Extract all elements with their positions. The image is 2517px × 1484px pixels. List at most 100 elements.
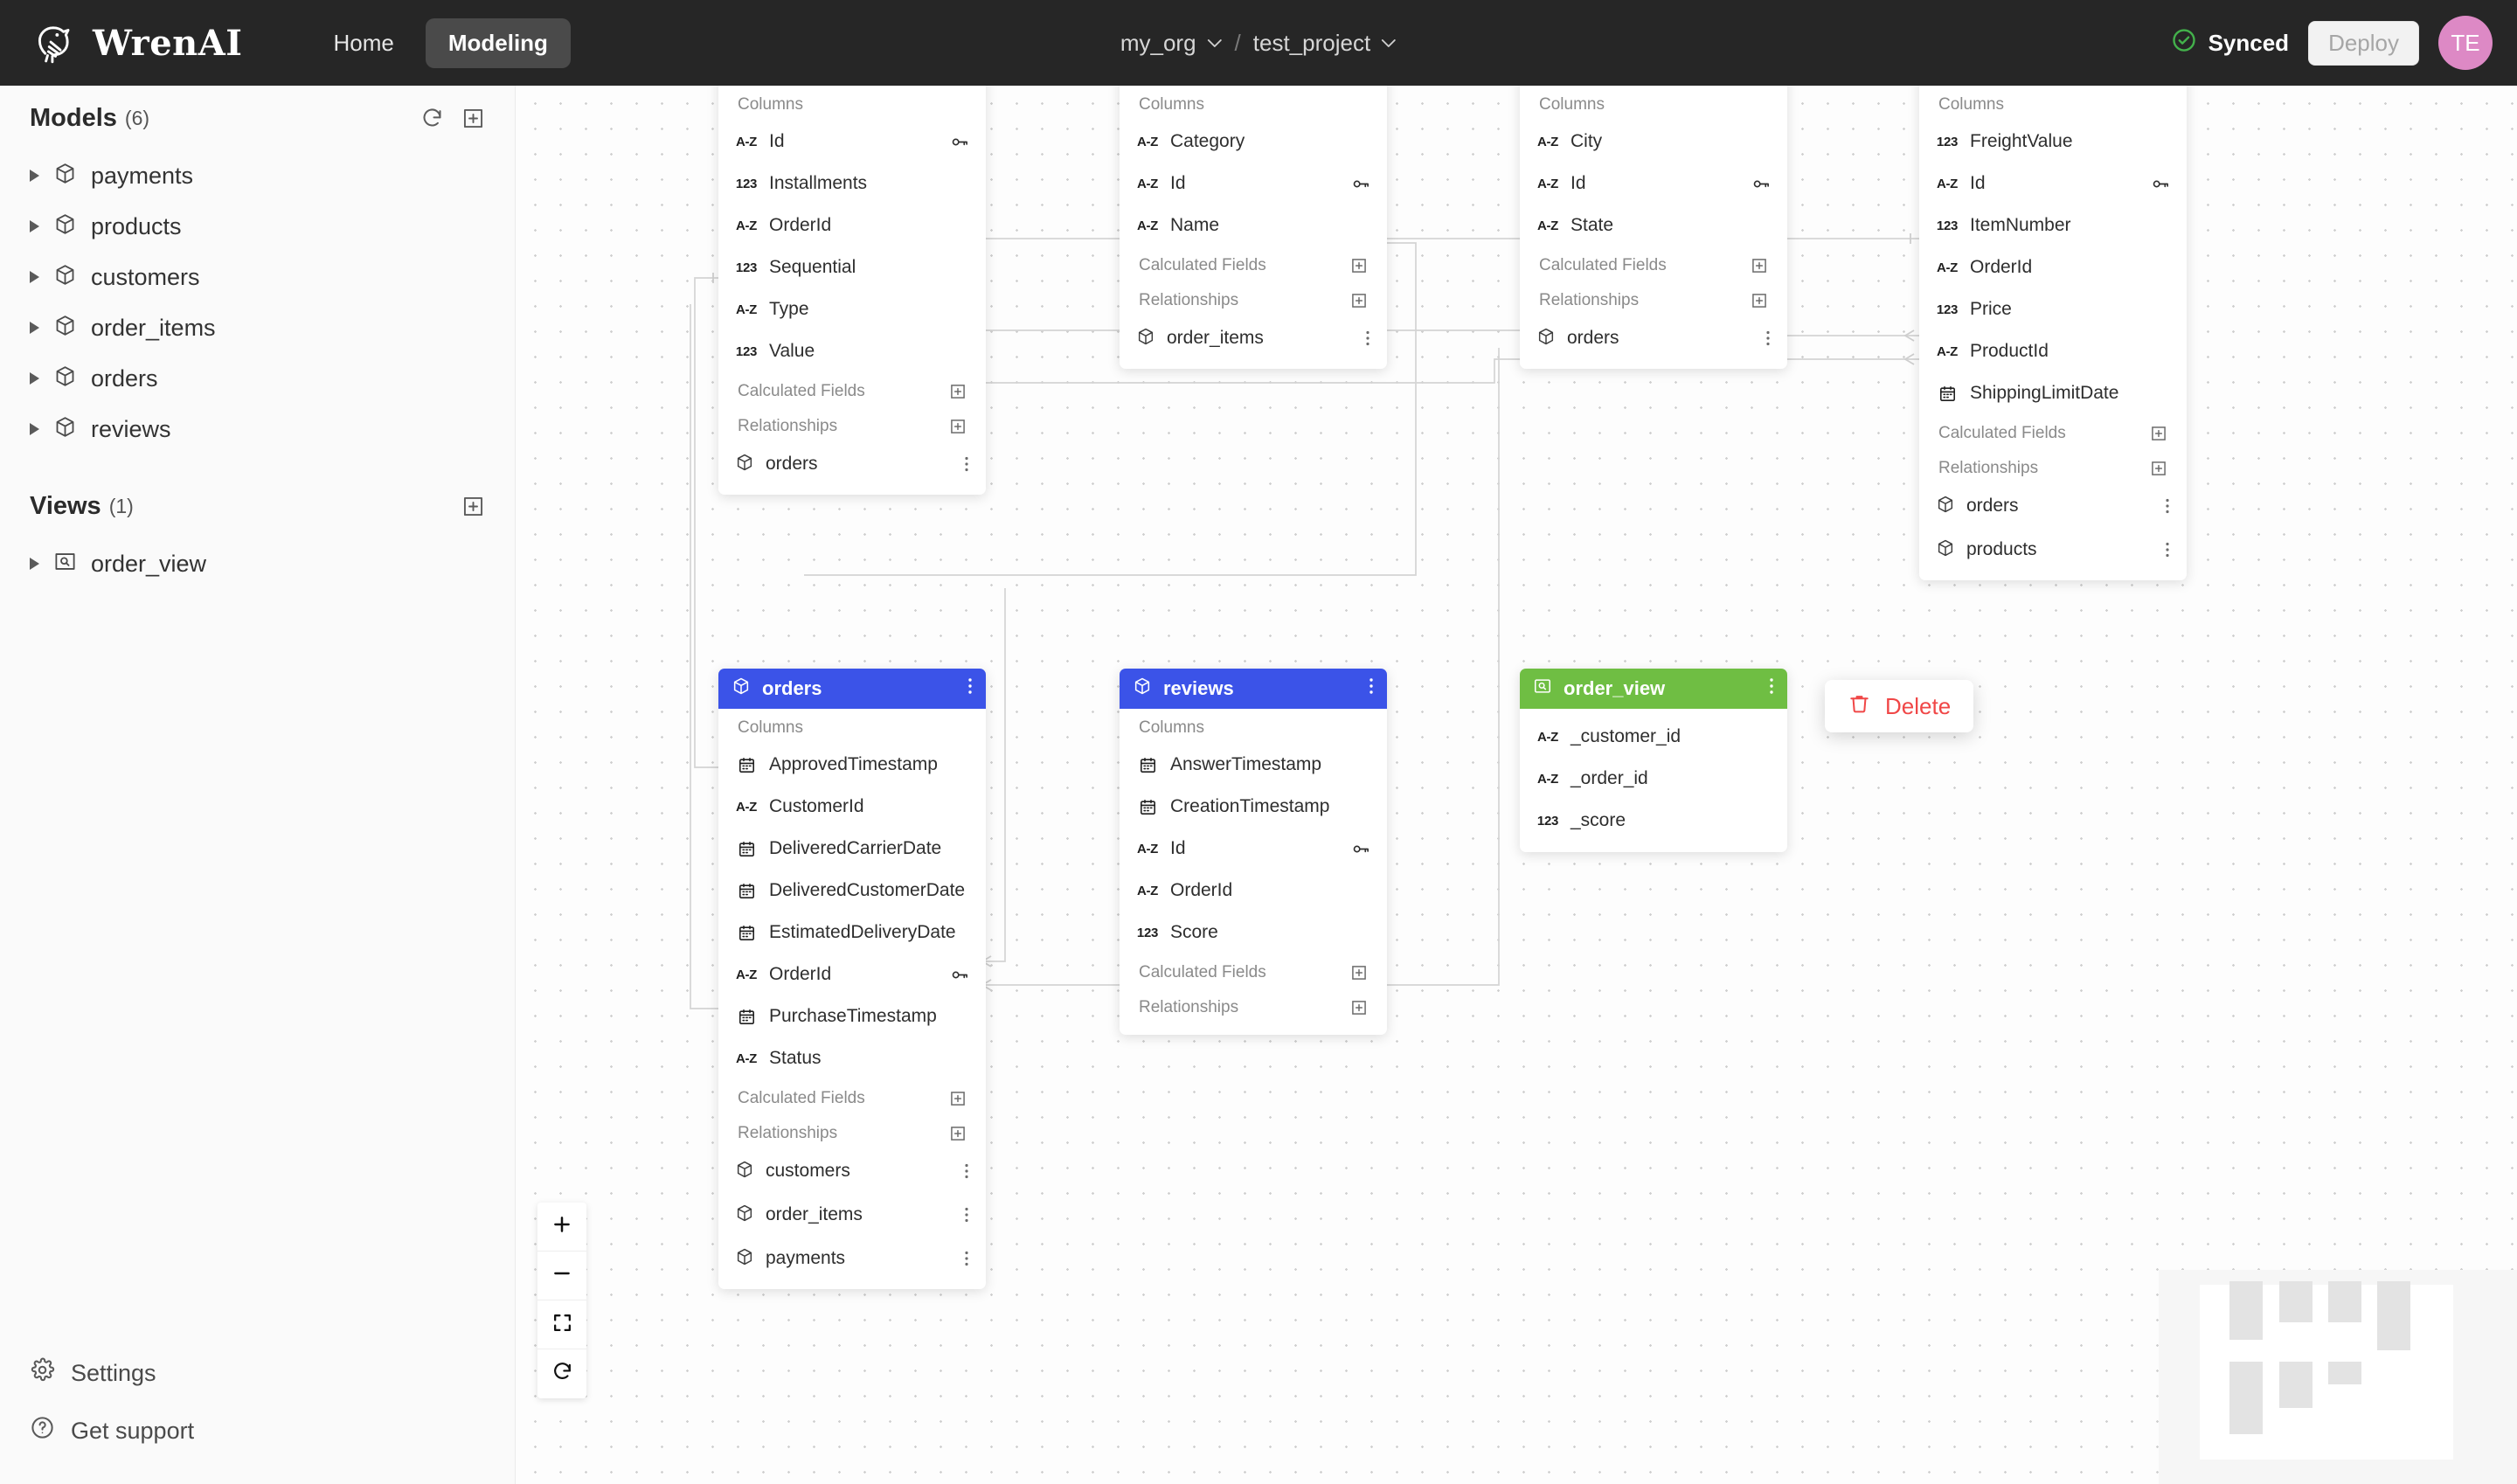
chevron-right-icon[interactable]	[30, 322, 39, 334]
add-model-icon[interactable]	[461, 107, 485, 130]
column-row[interactable]: A-Z State	[1520, 205, 1787, 246]
nav-link-home[interactable]: Home	[310, 18, 416, 68]
add-relationship-icon[interactable]	[2150, 460, 2167, 477]
column-row[interactable]: DeliveredCustomerDate	[718, 870, 986, 912]
column-row[interactable]: A-Z OrderId	[1919, 246, 2187, 288]
refresh-icon[interactable]	[420, 107, 444, 130]
node-products[interactable]: products Columns A-Z Category A-Z Id A-Z…	[1120, 86, 1387, 369]
node-payments[interactable]: payments Columns A-Z Id 123 Installments…	[718, 86, 986, 495]
fit-view-button[interactable]	[537, 1300, 586, 1349]
relationship-row[interactable]: orders	[1520, 316, 1787, 360]
relationship-menu-icon[interactable]	[1765, 329, 1771, 347]
node-menu-icon[interactable]	[967, 676, 973, 701]
add-relationship-icon[interactable]	[1751, 292, 1768, 309]
node-header-order-view[interactable]: order_view	[1520, 669, 1787, 709]
avatar[interactable]: TE	[2438, 16, 2493, 70]
add-relationship-icon[interactable]	[1350, 999, 1368, 1016]
column-row[interactable]: A-Z Id	[1120, 828, 1387, 870]
column-row[interactable]: A-Z OrderId	[718, 954, 986, 995]
column-row[interactable]: A-Z Category	[1120, 121, 1387, 163]
node-reviews[interactable]: reviews Columns AnswerTimestamp Creation…	[1120, 669, 1387, 1035]
column-row[interactable]: 123 Installments	[718, 163, 986, 205]
relationship-row[interactable]: payments	[718, 1237, 986, 1280]
context-menu[interactable]: Delete	[1825, 680, 1974, 732]
add-calculated-field-icon[interactable]	[2150, 425, 2167, 442]
node-customers[interactable]: customers Columns A-Z City A-Z Id A-Z St…	[1520, 86, 1787, 369]
node-menu-icon[interactable]	[1769, 676, 1774, 701]
node-order-view[interactable]: order_view A-Z _customer_id A-Z _order_i…	[1520, 669, 1787, 852]
column-row[interactable]: A-Z _customer_id	[1520, 716, 1787, 758]
relationship-row[interactable]: order_items	[718, 1193, 986, 1237]
relationship-menu-icon[interactable]	[964, 455, 969, 473]
relationship-menu-icon[interactable]	[964, 1162, 969, 1180]
add-view-icon[interactable]	[461, 495, 485, 518]
add-relationship-icon[interactable]	[949, 1125, 967, 1142]
column-row[interactable]: A-Z Id	[1919, 163, 2187, 205]
column-row[interactable]: A-Z Id	[718, 121, 986, 163]
column-row[interactable]: A-Z Id	[1520, 163, 1787, 205]
relationship-menu-icon[interactable]	[2165, 497, 2170, 515]
node-header-reviews[interactable]: reviews	[1120, 669, 1387, 709]
column-row[interactable]: A-Z CustomerId	[718, 786, 986, 828]
add-calculated-field-icon[interactable]	[949, 1090, 967, 1107]
column-row[interactable]: ShippingLimitDate	[1919, 372, 2187, 414]
relationship-menu-icon[interactable]	[964, 1250, 969, 1267]
column-row[interactable]: ApprovedTimestamp	[718, 744, 986, 786]
column-row[interactable]: A-Z ProductId	[1919, 330, 2187, 372]
column-row[interactable]: A-Z Status	[718, 1037, 986, 1079]
column-row[interactable]: 123 Price	[1919, 288, 2187, 330]
sidebar-item-order-view[interactable]: order_view	[0, 538, 515, 589]
relationship-row[interactable]: orders	[1919, 484, 2187, 528]
relationship-row[interactable]: products	[1919, 528, 2187, 572]
node-header-orders[interactable]: orders	[718, 669, 986, 709]
sidebar-settings-button[interactable]: Settings	[0, 1344, 515, 1402]
node-menu-icon[interactable]	[1369, 676, 1374, 701]
node-order-items[interactable]: order_items Columns 123 FreightValue A-Z…	[1919, 86, 2187, 580]
chevron-right-icon[interactable]	[30, 220, 39, 232]
column-row[interactable]: A-Z City	[1520, 121, 1787, 163]
add-calculated-field-icon[interactable]	[1350, 257, 1368, 274]
add-relationship-icon[interactable]	[1350, 292, 1368, 309]
relationship-menu-icon[interactable]	[964, 1206, 969, 1224]
modeling-canvas[interactable]: payments Columns A-Z Id 123 Installments…	[516, 86, 2517, 1484]
node-orders[interactable]: orders Columns ApprovedTimestamp A-Z Cus…	[718, 669, 986, 1289]
sidebar-item-payments[interactable]: payments	[0, 150, 515, 201]
sidebar-item-reviews[interactable]: reviews	[0, 404, 515, 454]
chevron-right-icon[interactable]	[30, 271, 39, 283]
add-relationship-icon[interactable]	[949, 418, 967, 435]
column-row[interactable]: 123 FreightValue	[1919, 121, 2187, 163]
relationship-row[interactable]: customers	[718, 1149, 986, 1193]
column-row[interactable]: 123 ItemNumber	[1919, 205, 2187, 246]
zoom-in-button[interactable]	[537, 1203, 586, 1252]
column-row[interactable]: DeliveredCarrierDate	[718, 828, 986, 870]
sidebar-item-order-items[interactable]: order_items	[0, 302, 515, 353]
relationship-row[interactable]: order_items	[1120, 316, 1387, 360]
add-calculated-field-icon[interactable]	[1751, 257, 1768, 274]
sidebar-item-products[interactable]: products	[0, 201, 515, 252]
sidebar-item-orders[interactable]: orders	[0, 353, 515, 404]
relationship-menu-icon[interactable]	[2165, 541, 2170, 558]
relationship-menu-icon[interactable]	[1365, 329, 1370, 347]
column-row[interactable]: A-Z Id	[1120, 163, 1387, 205]
relationship-row[interactable]: orders	[718, 442, 986, 486]
chevron-right-icon[interactable]	[30, 372, 39, 385]
sidebar-item-customers[interactable]: customers	[0, 252, 515, 302]
column-row[interactable]: A-Z OrderId	[1120, 870, 1387, 912]
zoom-out-button[interactable]	[537, 1252, 586, 1300]
reset-view-button[interactable]	[537, 1349, 586, 1398]
column-row[interactable]: 123 Score	[1120, 912, 1387, 954]
column-row[interactable]: 123 Value	[718, 330, 986, 372]
sidebar-get-support-button[interactable]: Get support	[0, 1402, 515, 1460]
column-row[interactable]: CreationTimestamp	[1120, 786, 1387, 828]
context-menu-item-delete[interactable]: Delete	[1885, 693, 1951, 720]
add-calculated-field-icon[interactable]	[949, 383, 967, 400]
column-row[interactable]: A-Z _order_id	[1520, 758, 1787, 800]
column-row[interactable]: A-Z OrderId	[718, 205, 986, 246]
column-row[interactable]: PurchaseTimestamp	[718, 995, 986, 1037]
chevron-right-icon[interactable]	[30, 423, 39, 435]
breadcrumb-org-selector[interactable]: my_org	[1120, 30, 1223, 57]
chevron-right-icon[interactable]	[30, 558, 39, 570]
chevron-right-icon[interactable]	[30, 170, 39, 182]
column-row[interactable]: 123 _score	[1520, 800, 1787, 842]
column-row[interactable]: 123 Sequential	[718, 246, 986, 288]
